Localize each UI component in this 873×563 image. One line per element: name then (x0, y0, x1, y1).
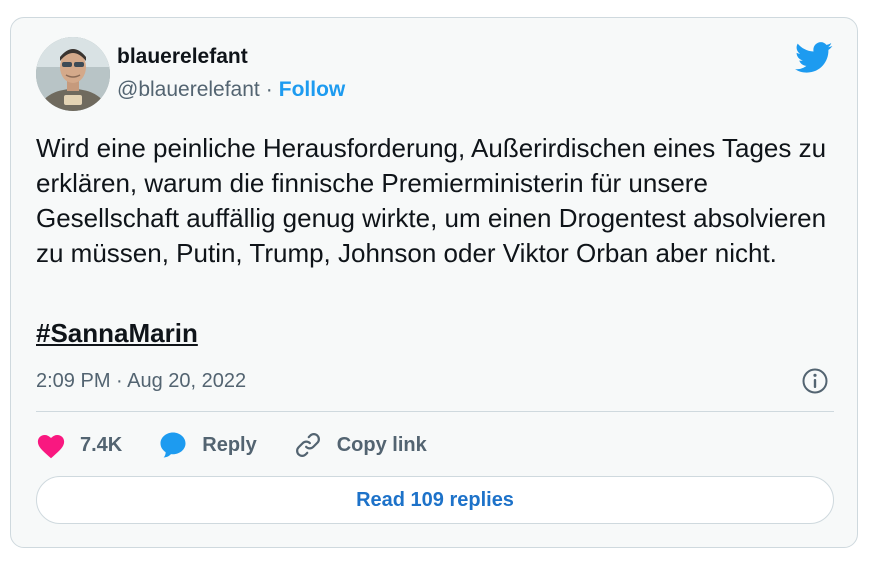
heart-icon (37, 435, 65, 459)
read-replies-button[interactable]: Read 109 replies (36, 476, 834, 524)
speech-bubble-icon (160, 432, 186, 458)
reply-button[interactable]: Reply (158, 430, 257, 460)
tweet-text: Wird eine peinliche Herausforderung, Auß… (36, 133, 827, 268)
tweet-timestamp[interactable]: 2:09 PM · Aug 20, 2022 (36, 368, 246, 394)
author-display-name[interactable]: blauerelefant (117, 44, 248, 70)
twitter-bird-icon[interactable] (795, 42, 833, 74)
copy-link-label: Copy link (336, 433, 427, 456)
copy-link-button[interactable]: Copy link (293, 430, 427, 460)
like-button[interactable]: 7.4K (36, 431, 122, 459)
author-handle-row: @blauerelefant · Follow (117, 77, 345, 103)
hashtag-link[interactable]: #SannaMarin (36, 316, 198, 351)
reply-label: Reply (202, 433, 257, 456)
divider (36, 411, 834, 412)
separator-dot: · (265, 78, 273, 101)
link-icon (295, 433, 320, 457)
like-count: 7.4K (80, 433, 123, 456)
avatar[interactable] (36, 37, 110, 111)
avatar-photo (36, 37, 110, 111)
author-handle[interactable]: @blauerelefant (117, 78, 260, 101)
tweet-actions: 7.4K Reply Copy link (36, 428, 463, 462)
follow-button[interactable]: Follow (279, 78, 346, 101)
info-icon[interactable] (801, 367, 829, 395)
tweet-card: blauerelefant @blauerelefant · Follow Wird… (10, 17, 858, 548)
